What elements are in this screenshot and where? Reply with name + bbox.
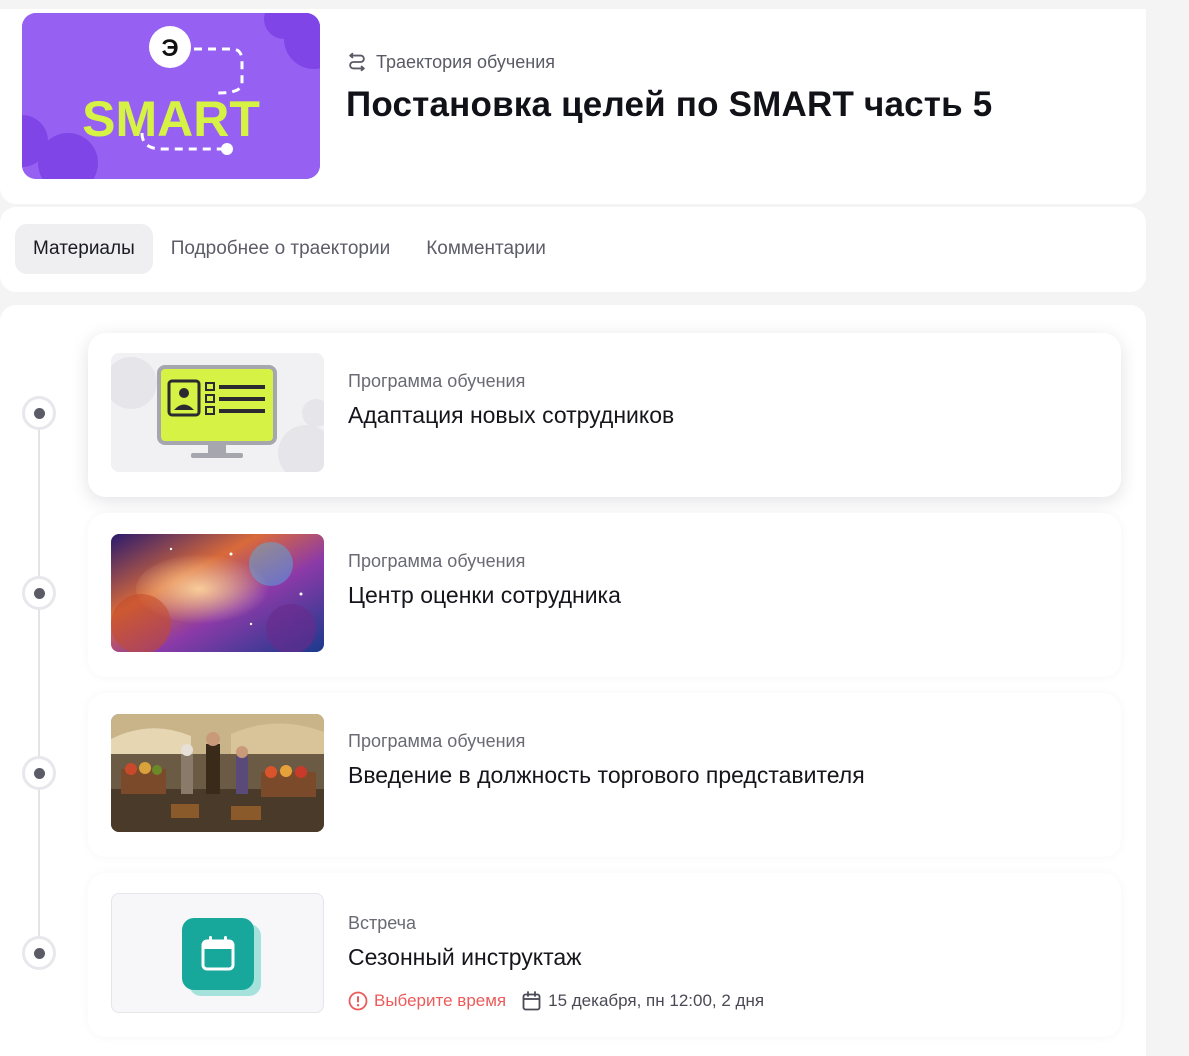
cover-title: SMART (82, 91, 260, 147)
trajectory-type: Траектория обучения (346, 51, 992, 73)
calendar-small-icon (522, 991, 541, 1011)
material-title[interactable]: Центр оценки сотрудника (348, 582, 621, 609)
choose-time-warning[interactable]: Выберите время (348, 991, 506, 1011)
timeline-dot (22, 396, 56, 430)
calendar-icon (182, 918, 261, 996)
route-icon (349, 52, 365, 72)
cover-image: Э SMART (22, 13, 320, 179)
material-title[interactable]: Адаптация новых сотрудников (348, 402, 674, 429)
trajectory-header: Э SMART Траектория обучения Постановка ц… (0, 9, 1146, 204)
materials-list: Программа обучения Адаптация новых сотру… (0, 305, 1146, 1056)
page-title: Постановка целей по SMART часть 5 (346, 85, 993, 124)
meeting-date-label: 15 декабря, пн 12:00, 2 дня (548, 991, 765, 1010)
tabs-bar: Материалы Подробнее о траектории Коммент… (0, 207, 1146, 292)
cover-logo: Э (161, 35, 178, 62)
material-thumbnail (111, 893, 324, 1013)
material-type: Программа обучения (348, 371, 526, 391)
material-thumbnail (111, 353, 324, 472)
alert-circle-icon (348, 991, 368, 1011)
material-thumbnail (111, 534, 324, 652)
material-item[interactable]: Встреча Сезонный инструктаж Выберите вре… (88, 873, 1121, 1037)
page: Э SMART Траектория обучения Постановка ц… (0, 0, 1189, 1056)
material-thumbnail (111, 714, 324, 832)
tab-materials[interactable]: Материалы (15, 224, 153, 274)
material-item[interactable]: Программа обучения Центр оценки сотрудни… (88, 513, 1121, 677)
material-item[interactable]: Программа обучения Введение в должность … (88, 693, 1121, 857)
material-type: Программа обучения (348, 551, 526, 571)
material-title[interactable]: Введение в должность торгового представи… (348, 762, 865, 789)
timeline-dot (22, 756, 56, 790)
choose-time-label: Выберите время (374, 991, 507, 1010)
timeline-dot (22, 936, 56, 970)
tab-comments[interactable]: Комментарии (408, 224, 564, 274)
material-type: Встреча (348, 913, 417, 933)
material-type: Программа обучения (348, 731, 526, 751)
trajectory-type-label: Траектория обучения (376, 51, 556, 72)
tab-about-trajectory[interactable]: Подробнее о траектории (153, 224, 408, 274)
timeline-line (38, 413, 40, 953)
material-title[interactable]: Сезонный инструктаж (348, 944, 764, 971)
timeline-dot (22, 576, 56, 610)
meeting-date: 15 декабря, пн 12:00, 2 дня (522, 991, 764, 1011)
material-item[interactable]: Программа обучения Адаптация новых сотру… (88, 333, 1121, 497)
